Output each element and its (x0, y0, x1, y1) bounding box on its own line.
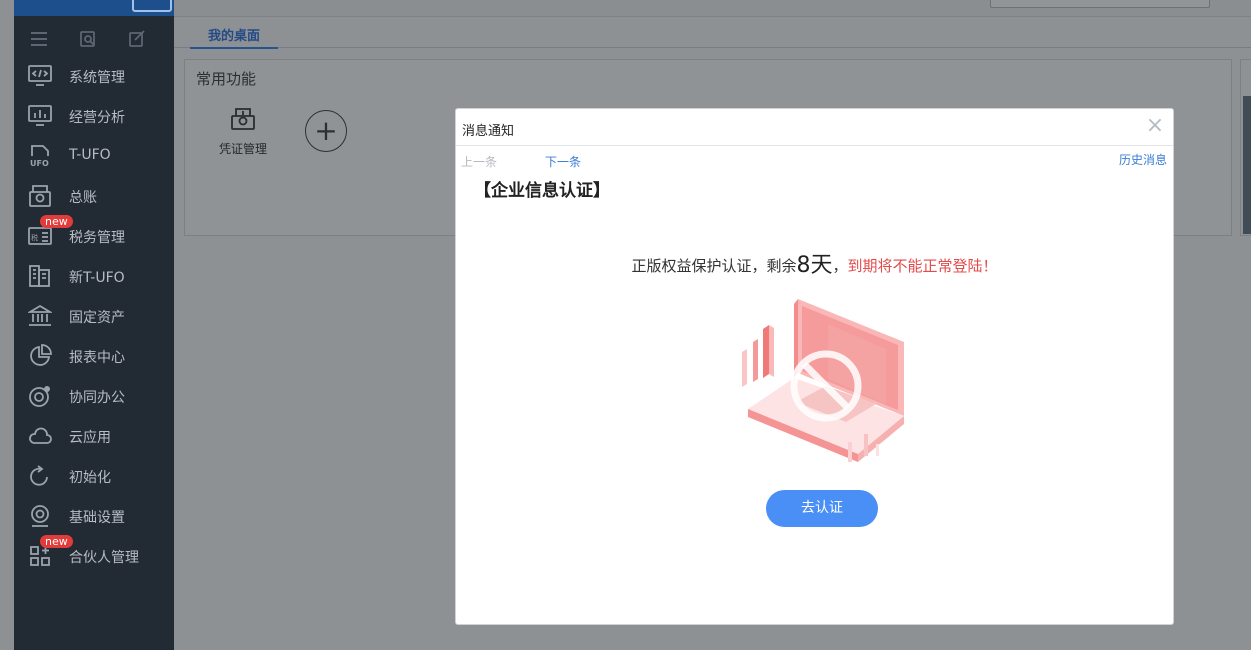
sidebar-item-analysis[interactable]: 经营分析 (14, 96, 174, 136)
sidebar-item-label: 系统管理 (69, 70, 125, 86)
dialog-title: 消息通知 (462, 124, 515, 139)
collab-icon (28, 384, 52, 408)
sidebar-item-ledger[interactable]: 总账 (14, 176, 174, 216)
prev-message-link[interactable]: 上一条 (461, 153, 497, 170)
message-dialog: 消息通知 × 上一条 下一条 历史消息 【企业信息认证】 正版权益保护认证，剩余… (455, 108, 1174, 625)
side-panel-image (1243, 96, 1251, 234)
sidebar-item-assets[interactable]: 固定资产 (14, 296, 174, 336)
top-bar (174, 0, 1251, 17)
sidebar-item-label: 初始化 (69, 470, 111, 486)
function-voucher[interactable]: 凭证管理 (213, 106, 273, 157)
ledger-icon (28, 184, 52, 208)
building-icon (28, 264, 52, 288)
sidebar-item-label: 新T-UFO (69, 270, 125, 286)
tab-my-desktop[interactable]: 我的桌面 (190, 25, 278, 49)
sidebar-item-init[interactable]: 初始化 (14, 456, 174, 496)
sidebar-item-reports[interactable]: 报表中心 (14, 336, 174, 376)
logo-box (132, 0, 172, 12)
history-messages-link[interactable]: 历史消息 (1119, 151, 1167, 168)
sidebar-item-collab[interactable]: 协同办公 (14, 376, 174, 416)
warning-text: 到期将不能正常登陆！ (847, 257, 998, 275)
verify-button[interactable]: 去认证 (766, 490, 878, 527)
pie-icon (28, 344, 52, 368)
function-label: 凭证管理 (218, 142, 267, 156)
new-badge: new (40, 535, 73, 548)
menu-toggle-icon[interactable] (28, 28, 50, 50)
message-separator: ， (832, 257, 848, 275)
sidebar-item-partners[interactable]: new 合伙人管理 (14, 535, 174, 576)
notice-message: 正版权益保护认证，剩余8天，到期将不能正常登陆！ (456, 247, 1173, 279)
sidebar: 系统管理 经营分析 UFO T-UFO 总账 税 new 税务管理 新T-UFO… (14, 0, 174, 650)
notice-heading: 【企业信息认证】 (474, 181, 610, 201)
sidebar-item-label: 基础设置 (69, 510, 125, 526)
sidebar-item-label: 云应用 (69, 430, 111, 446)
cloud-icon (28, 424, 52, 448)
sidebar-item-label: 合伙人管理 (69, 550, 139, 566)
close-icon[interactable]: × (1144, 115, 1166, 137)
sidebar-item-label: 报表中心 (69, 350, 125, 366)
chart-monitor-icon (28, 104, 52, 128)
new-badge: new (40, 215, 73, 228)
sidebar-item-label: 协同办公 (69, 390, 125, 406)
sidebar-toolbar (14, 26, 174, 52)
sidebar-item-new-tufo[interactable]: 新T-UFO (14, 256, 174, 296)
laptop-forbidden-illustration (736, 294, 911, 474)
add-function-button[interactable]: + (305, 110, 347, 152)
sidebar-item-label: T-UFO (69, 147, 111, 163)
sidebar-item-label: 经营分析 (69, 110, 125, 126)
ufo-doc-icon: UFO (28, 144, 52, 168)
sidebar-item-tufo[interactable]: UFO T-UFO (14, 136, 174, 176)
sidebar-item-label: 税务管理 (69, 230, 125, 246)
panel-title: 常用功能 (196, 70, 257, 88)
dialog-header: 消息通知 × (456, 109, 1173, 146)
voucher-icon (230, 108, 256, 136)
webcam-icon (28, 504, 52, 528)
sidebar-item-label: 总账 (69, 190, 97, 206)
edit-doc-icon[interactable] (126, 28, 148, 50)
logo-strip (14, 0, 174, 16)
sidebar-item-system[interactable]: 系统管理 (14, 56, 174, 96)
sidebar-item-tax[interactable]: 税 new 税务管理 (14, 215, 174, 256)
message-text: 正版权益保护认证，剩余 (631, 257, 797, 275)
bank-icon (28, 304, 52, 328)
side-panel (1240, 59, 1251, 236)
days-remaining: 8天 (796, 253, 833, 278)
tab-bar: 我的桌面 (174, 17, 1251, 49)
next-message-link[interactable]: 下一条 (545, 153, 581, 170)
search-input[interactable] (990, 0, 1210, 8)
code-monitor-icon (28, 64, 52, 88)
svg-text:UFO: UFO (30, 159, 49, 168)
refresh-icon (28, 464, 52, 488)
sidebar-item-cloud[interactable]: 云应用 (14, 416, 174, 456)
search-doc-icon[interactable] (77, 28, 99, 50)
svg-text:税: 税 (31, 233, 38, 242)
sidebar-item-label: 固定资产 (69, 310, 125, 326)
sidebar-item-settings[interactable]: 基础设置 (14, 496, 174, 536)
